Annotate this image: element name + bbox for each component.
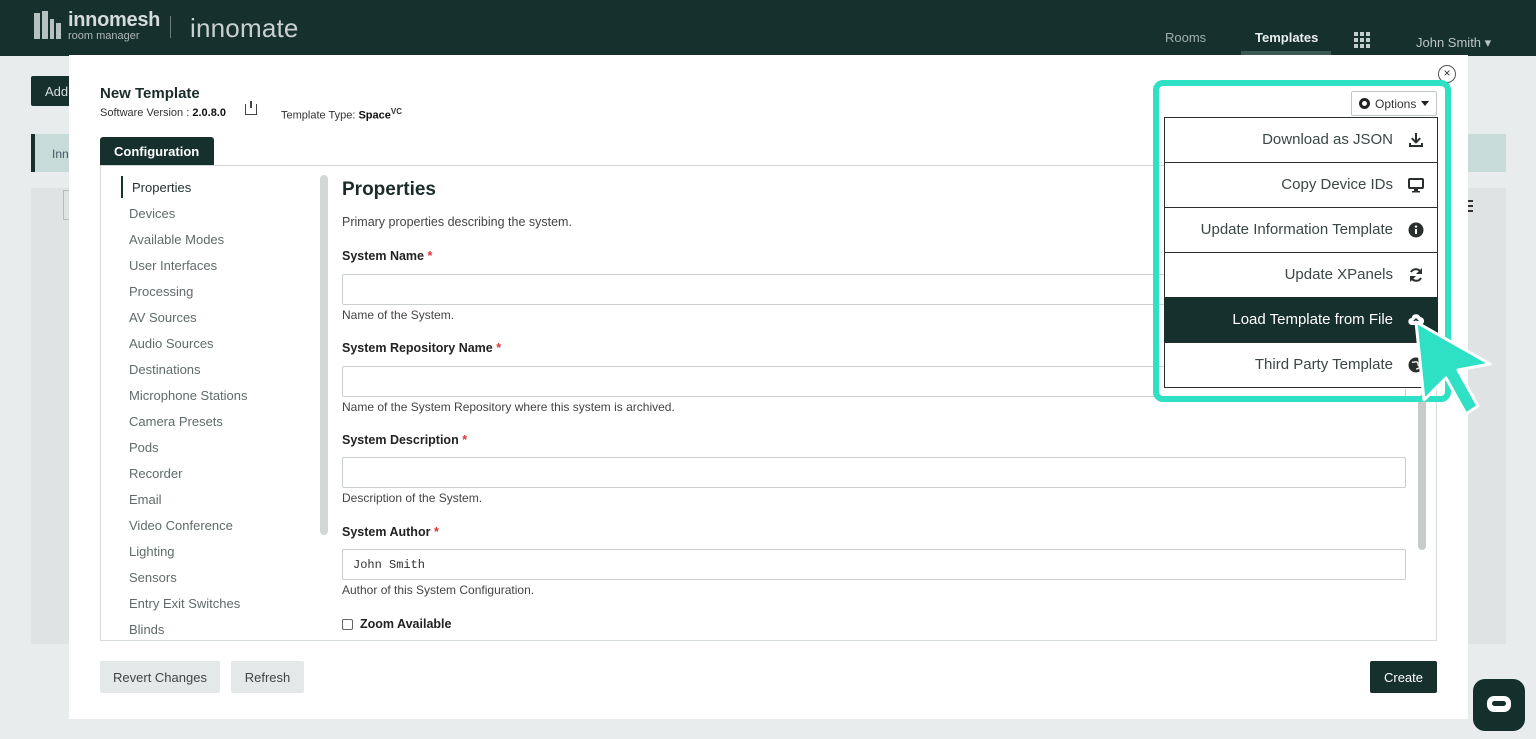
system-author-input[interactable] [342, 549, 1406, 580]
sidebar-item-devices[interactable]: Devices [129, 206, 175, 221]
brand-divider [170, 16, 171, 38]
sidebar-item-user-interfaces[interactable]: User Interfaces [129, 258, 217, 273]
chat-launcher[interactable] [1473, 679, 1525, 731]
brand-mark-icon [34, 11, 62, 41]
sidebar-item-blinds[interactable]: Blinds [129, 622, 164, 637]
system-author-help: Author of this System Configuration. [342, 583, 535, 597]
system-description-help: Description of the System. [342, 491, 483, 505]
brand-logo[interactable]: innomesh room manager [34, 10, 160, 42]
sidebar-item-lighting[interactable]: Lighting [129, 544, 175, 559]
background-banner-text: Inn [52, 147, 69, 161]
sidebar-item-video-conference[interactable]: Video Conference [129, 518, 233, 533]
zoom-available-checkbox[interactable] [342, 619, 353, 630]
sidebar-item-av-sources[interactable]: AV Sources [129, 310, 197, 325]
top-navbar: innomesh room manager innomate Rooms Tem… [0, 0, 1536, 56]
download-version-icon[interactable] [245, 101, 257, 115]
user-menu[interactable]: John Smith ▾ [1416, 35, 1491, 51]
system-description-label: System Description * [342, 433, 468, 447]
sidebar-item-microphone-stations[interactable]: Microphone Stations [129, 388, 248, 403]
app-name: innomate [190, 13, 299, 43]
system-repository-name-help: Name of the System Repository where this… [342, 400, 675, 414]
sidebar-active-indicator [121, 176, 123, 198]
sidebar-item-pods[interactable]: Pods [129, 440, 159, 455]
form-scrollbar[interactable] [1418, 395, 1426, 550]
sidebar-item-available-modes[interactable]: Available Modes [129, 232, 224, 247]
chat-icon [1487, 696, 1511, 712]
create-button[interactable]: Create [1370, 661, 1437, 693]
template-type: Template Type: SpaceVC [281, 107, 403, 122]
sidebar-item-destinations[interactable]: Destinations [129, 362, 201, 377]
cursor-arrow-icon [1414, 320, 1492, 416]
brand-name: innomesh [68, 9, 161, 31]
sidebar-item-processing[interactable]: Processing [129, 284, 193, 299]
refresh-button[interactable]: Refresh [231, 661, 304, 693]
options-highlight-frame [1153, 80, 1451, 402]
sidebar-item-audio-sources[interactable]: Audio Sources [129, 336, 214, 351]
sidebar-item-camera-presets[interactable]: Camera Presets [129, 414, 223, 429]
tab-configuration[interactable]: Configuration [100, 137, 214, 166]
brand-subtitle: room manager [68, 30, 140, 42]
system-author-label: System Author * [342, 525, 439, 539]
sidebar-item-recorder[interactable]: Recorder [129, 466, 182, 481]
modal-title: New Template [100, 85, 200, 102]
apps-grid-icon[interactable] [1354, 32, 1370, 48]
nav-rooms[interactable]: Rooms [1165, 30, 1206, 45]
system-description-input[interactable] [342, 457, 1406, 488]
system-repository-name-label: System Repository Name * [342, 341, 502, 355]
sidebar-item-sensors[interactable]: Sensors [129, 570, 177, 585]
nav-templates[interactable]: Templates [1255, 30, 1318, 45]
software-version: Software Version : 2.0.8.0 [100, 107, 226, 119]
section-description: Primary properties describing the system… [342, 215, 572, 229]
sidebar-item-email[interactable]: Email [129, 492, 162, 507]
revert-changes-button[interactable]: Revert Changes [100, 661, 220, 693]
zoom-available-label: Zoom Available [360, 617, 452, 631]
sidebar-item-properties[interactable]: Properties [132, 180, 191, 195]
sidebar-item-entry-exit-switches[interactable]: Entry Exit Switches [129, 596, 240, 611]
system-name-help: Name of the System. [342, 308, 455, 322]
system-name-label: System Name * [342, 249, 433, 263]
sidebar-scrollbar[interactable] [320, 175, 328, 535]
background-add-button: Add [31, 76, 73, 106]
section-title: Properties [342, 179, 436, 200]
